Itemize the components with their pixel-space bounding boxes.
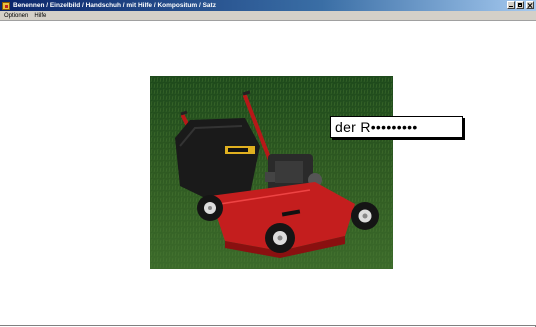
menu-optionen[interactable]: Optionen bbox=[4, 13, 28, 19]
maximize-button[interactable] bbox=[516, 1, 524, 9]
minimize-button[interactable] bbox=[507, 1, 515, 9]
answer-field[interactable]: der R••••••••• bbox=[330, 116, 463, 138]
lawn-mower-image bbox=[150, 76, 393, 269]
menu-bar: Optionen Hilfe bbox=[0, 11, 536, 21]
exercise-picture bbox=[150, 76, 393, 269]
answer-prompt-text: der R••••••••• bbox=[335, 119, 418, 135]
app-window: Benennen / Einzelbild / Handschuh / mit … bbox=[0, 0, 536, 327]
menu-hilfe[interactable]: Hilfe bbox=[34, 13, 46, 19]
exercise-area: der R••••••••• bbox=[0, 21, 536, 326]
window-title: Benennen / Einzelbild / Handschuh / mit … bbox=[13, 2, 216, 9]
title-bar[interactable]: Benennen / Einzelbild / Handschuh / mit … bbox=[0, 0, 536, 11]
close-button[interactable] bbox=[526, 1, 534, 9]
window-controls bbox=[507, 1, 534, 9]
app-icon[interactable] bbox=[2, 1, 10, 10]
